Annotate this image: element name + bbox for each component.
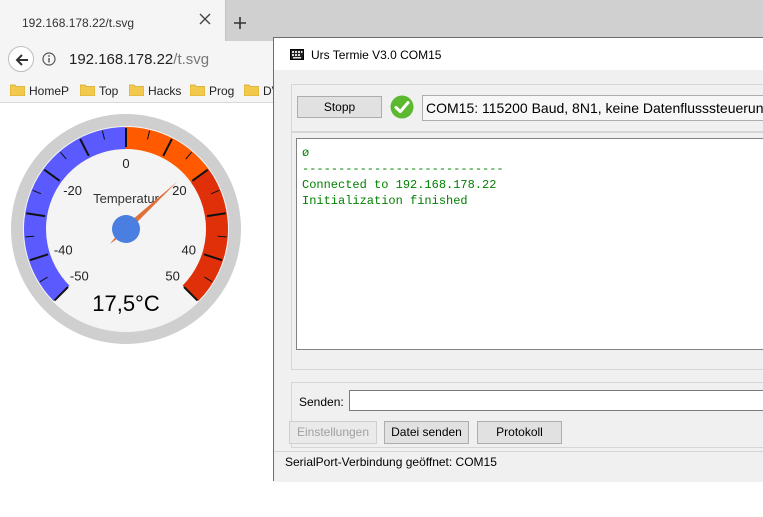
gauge-label: Temperatur (93, 191, 159, 206)
send-label: Senden: (299, 395, 344, 409)
gauge-tick (217, 235, 227, 238)
browser-tab-strip: 192.168.178.22/t.svg (0, 0, 763, 41)
folder-icon (190, 84, 205, 96)
tick-label: -20 (63, 183, 82, 198)
gauge-hub (112, 215, 140, 243)
terminal-window: Urs Termie V3.0 COM15 Stopp COM15: 11520… (273, 37, 763, 482)
arrow-left-icon (15, 54, 28, 66)
output-line: Connected to 192.168.178.22 (302, 178, 497, 192)
window-title: Urs Termie V3.0 COM15 (311, 48, 442, 62)
keyboard-icon (290, 49, 304, 60)
folder-icon (244, 84, 259, 96)
gauge-tick (25, 235, 35, 238)
terminal-output[interactable]: ø ---------------------------- Connected t… (296, 138, 763, 350)
address-bar[interactable]: 192.168.178.22/t.svg (69, 51, 209, 68)
gauge-value: 17,5°C (92, 291, 160, 316)
connected-check-icon (390, 95, 414, 119)
tick-label: 50 (165, 269, 179, 284)
back-button[interactable] (8, 46, 34, 72)
send-file-button[interactable]: Datei senden (384, 421, 469, 444)
tab-title: 192.168.178.22/t.svg (22, 16, 135, 30)
tick-label: 0 (122, 156, 129, 171)
new-tab-plus-icon[interactable] (233, 16, 247, 30)
close-icon[interactable] (198, 12, 212, 26)
info-icon[interactable] (42, 52, 56, 66)
port-status-field: COM15: 115200 Baud, 8N1, keine Datenflus… (422, 95, 763, 121)
browser-tab[interactable]: 192.168.178.22/t.svg (0, 0, 226, 41)
folder-icon (129, 84, 144, 96)
protocol-button[interactable]: Protokoll (477, 421, 562, 444)
settings-button[interactable]: Einstellungen (289, 421, 377, 444)
folder-icon (10, 84, 25, 96)
stop-button[interactable]: Stopp (297, 96, 382, 118)
output-line: ø (302, 146, 310, 160)
output-line: ---------------------------- (302, 162, 504, 176)
tick-label: 40 (182, 242, 196, 257)
tick-label: -50 (70, 269, 89, 284)
tick-label: 20 (172, 183, 186, 198)
status-bar: SerialPort-Verbindung geöffnet: COM15 (274, 451, 763, 482)
url-host: 192.168.178.22 (69, 51, 174, 68)
tick-label: -40 (54, 242, 73, 257)
send-input[interactable] (349, 390, 763, 411)
output-line: Initialization finished (302, 194, 468, 208)
url-path: /t.svg (173, 51, 210, 68)
status-text: SerialPort-Verbindung geöffnet: COM15 (285, 455, 497, 469)
folder-icon (80, 84, 95, 96)
window-titlebar[interactable]: Urs Termie V3.0 COM15 (274, 38, 763, 70)
temperature-gauge: -50 -40 -20 0 20 40 50 Temperatur 17,5°C (11, 114, 241, 344)
screen: 192.168.178.22/t.svg 192.168.178.22/t.sv… (0, 0, 763, 517)
